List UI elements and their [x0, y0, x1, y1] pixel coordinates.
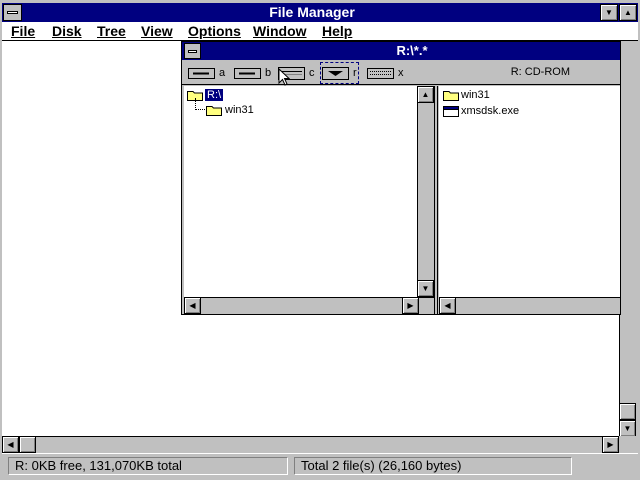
menu-options[interactable]: Options [188, 23, 241, 40]
folder-icon [206, 105, 222, 116]
status-bar: R: 0KB free, 131,070KB total Total 2 fil… [2, 453, 638, 477]
scroll-right-button[interactable]: ▶ [602, 436, 619, 453]
main-vertical-scrollbar[interactable]: ▼ [619, 41, 636, 437]
drive-r[interactable]: r [320, 62, 359, 84]
scroll-left-button[interactable]: ◀ [2, 436, 19, 453]
scrollbar-corner [619, 436, 638, 453]
cdrom-drive-icon [322, 66, 349, 80]
title-bar[interactable]: File Manager ▼ ▲ [2, 3, 638, 22]
minimize-button[interactable]: ▼ [600, 4, 618, 21]
drive-b-label: b [265, 67, 272, 79]
file-horizontal-scrollbar[interactable]: ◀ [439, 297, 620, 314]
mouse-cursor-icon [278, 68, 290, 86]
menu-view[interactable]: View [141, 23, 173, 40]
pane-splitter[interactable] [434, 86, 438, 314]
tree-scroll-down-button[interactable]: ▼ [417, 280, 434, 297]
menu-tree[interactable]: Tree [97, 23, 126, 40]
main-horizontal-scrollbar[interactable]: ◀ ▶ [2, 436, 619, 453]
folder-icon [443, 90, 459, 101]
drive-x[interactable]: x [367, 64, 404, 82]
menu-bar: File Disk Tree View Options Window Help [2, 22, 638, 41]
drive-b[interactable]: b [234, 64, 271, 82]
scroll-down-button[interactable]: ▼ [619, 420, 636, 437]
file-item-xmsdsk[interactable]: xmsdsk.exe [443, 103, 519, 119]
status-free-space: R: 0KB free, 131,070KB total [8, 457, 288, 475]
directory-tree-pane[interactable]: R:\ win31 [184, 86, 417, 297]
network-drive-icon [367, 67, 394, 79]
file-list-pane[interactable]: win31 xmsdsk.exe [439, 86, 620, 297]
drive-x-label: x [398, 67, 404, 79]
child-system-menu-icon [188, 50, 197, 53]
menu-window[interactable]: Window [253, 23, 307, 40]
tree-scroll-right-button[interactable]: ▶ [402, 297, 419, 314]
file-item-win31[interactable]: win31 [443, 87, 490, 103]
tree-root[interactable]: R:\ [187, 87, 224, 103]
drive-window-title-bar[interactable]: R:\*.* [182, 42, 620, 60]
tree-vertical-scrollbar[interactable]: ▲ ▼ [417, 86, 434, 297]
tree-root-label: R:\ [205, 89, 224, 101]
child-system-menu-box[interactable] [184, 43, 201, 59]
file-scroll-left-button[interactable]: ◀ [439, 297, 456, 314]
file-manager-window: File Manager ▼ ▲ File Disk Tree View Opt… [0, 0, 640, 480]
floppy-drive-icon [188, 67, 215, 79]
tree-connector [195, 109, 205, 110]
drive-r-label: r [353, 67, 357, 79]
tree-item-label: win31 [225, 104, 254, 116]
vertical-scroll-thumb[interactable] [619, 403, 636, 420]
tree-scroll-left-button[interactable]: ◀ [184, 297, 201, 314]
tree-horizontal-scrollbar[interactable]: ◀ ▶ [184, 297, 434, 314]
horizontal-scroll-thumb[interactable] [19, 436, 36, 453]
maximize-button[interactable]: ▲ [619, 4, 637, 21]
tree-scroll-up-button[interactable]: ▲ [417, 86, 434, 103]
drive-bar: a b c r x R: CD-ROM [182, 61, 620, 85]
drive-a[interactable]: a [188, 64, 225, 82]
tree-item-win31[interactable]: win31 [206, 102, 254, 118]
window-title: File Manager [269, 4, 355, 20]
status-file-total: Total 2 file(s) (26,160 bytes) [294, 457, 572, 475]
system-menu-icon [7, 11, 18, 14]
menu-help[interactable]: Help [322, 23, 352, 40]
drive-window-title: R:\*.* [396, 43, 428, 58]
floppy-drive-icon [234, 67, 261, 79]
system-menu-box[interactable] [3, 4, 22, 21]
file-name: win31 [461, 89, 490, 101]
menu-disk[interactable]: Disk [52, 23, 82, 40]
menu-file[interactable]: File [11, 23, 35, 40]
volume-label: R: CD-ROM [510, 66, 570, 78]
file-name: xmsdsk.exe [461, 105, 520, 117]
program-icon [443, 105, 459, 117]
drive-c-label: c [309, 67, 315, 79]
drive-window[interactable]: R:\*.* a b c r x R: CD-ROM R:\ win31 ▲ ▼… [181, 41, 621, 315]
drive-a-label: a [219, 67, 226, 79]
